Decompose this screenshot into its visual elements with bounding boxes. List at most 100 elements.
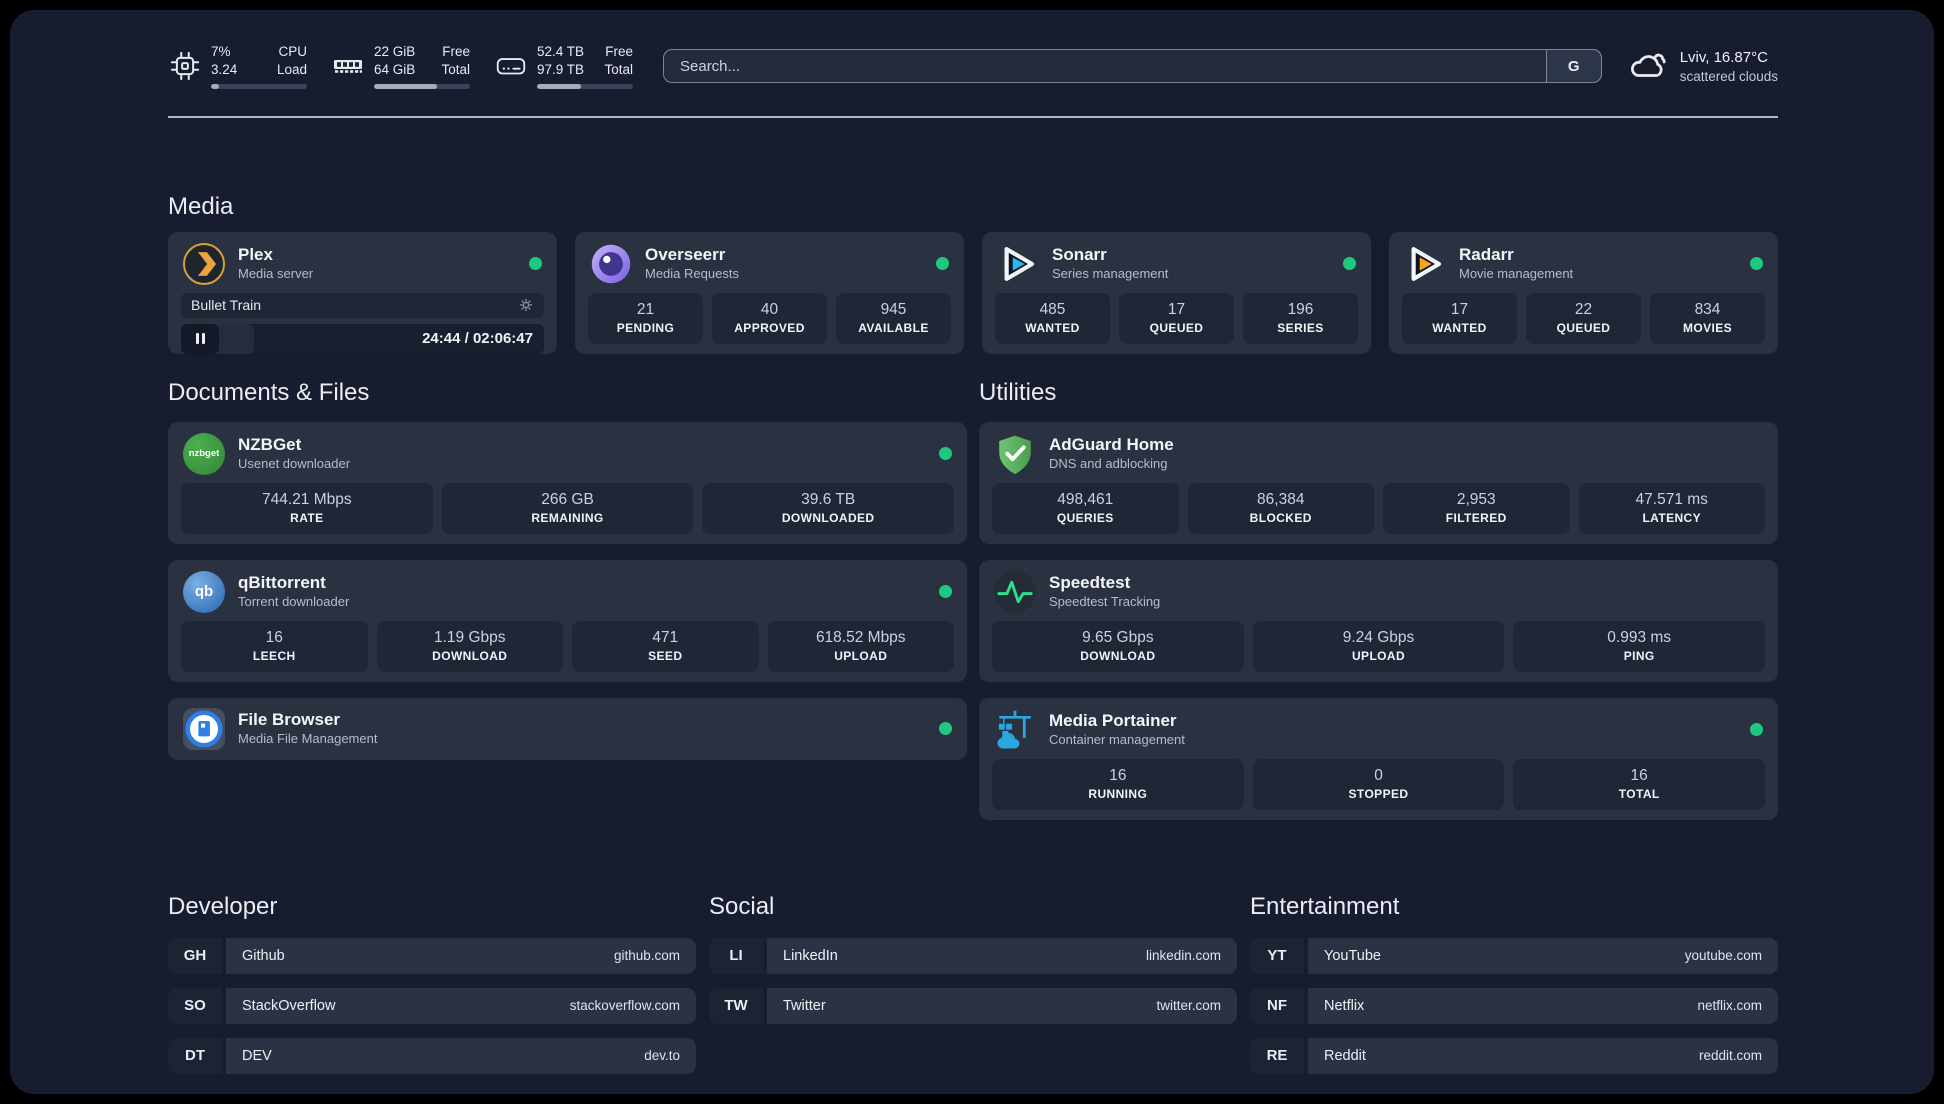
stat-value: 40 xyxy=(760,300,779,318)
link-abbr: TW xyxy=(709,987,763,1024)
stat-tile: 16 TOTAL xyxy=(1513,758,1766,811)
stat-value: 9.65 Gbps xyxy=(1082,628,1154,646)
adguard-card[interactable]: AdGuard Home DNS and adblocking 498,461 … xyxy=(979,421,1778,544)
app-subtitle: Media File Management xyxy=(238,730,378,746)
stat-label: FILTERED xyxy=(1445,510,1507,525)
stat-tile: 17 QUEUED xyxy=(1119,292,1234,345)
stat-value: 0 xyxy=(1374,766,1383,784)
stat-label: UPLOAD xyxy=(1351,648,1406,663)
app-name: Sonarr xyxy=(1052,245,1107,265)
stat-tile: 16 LEECH xyxy=(181,620,368,673)
link-name: Reddit xyxy=(1324,1047,1366,1064)
stat-tile: 40 APPROVED xyxy=(712,292,827,345)
sonarr-icon xyxy=(997,243,1039,285)
link-row-linkedin[interactable]: LI LinkedIn linkedin.com xyxy=(709,937,1237,974)
link-row-youtube[interactable]: YT YouTube youtube.com xyxy=(1250,937,1778,974)
stat-tile: 744.21 Mbps RATE xyxy=(181,482,433,535)
search-input[interactable] xyxy=(663,49,1602,83)
stat-tile: 266 GB REMAINING xyxy=(441,482,694,535)
sonarr-card[interactable]: Sonarr Series management 485 WANTED 17 Q… xyxy=(982,231,1371,354)
stat-tile: 9.65 Gbps DOWNLOAD xyxy=(992,620,1244,673)
documents-column: Documents & Files nzbget NZBGet Usenet d… xyxy=(168,354,967,776)
qbittorrent-card[interactable]: qb qBittorrent Torrent downloader 16 LEE… xyxy=(168,559,967,682)
stat-label: DOWNLOAD xyxy=(1080,648,1156,663)
link-row-github[interactable]: GH Github github.com xyxy=(168,937,696,974)
header-divider xyxy=(168,116,1778,118)
stat-value: 744.21 Mbps xyxy=(262,490,352,508)
stat-label: UPLOAD xyxy=(834,648,888,663)
speedtest-icon xyxy=(994,570,1036,613)
link-row-reddit[interactable]: RE Reddit reddit.com xyxy=(1250,1037,1778,1074)
app-subtitle: Media server xyxy=(238,265,314,281)
app-name: NZBGet xyxy=(238,435,302,455)
stat-tile: 196 SERIES xyxy=(1243,292,1358,345)
app-subtitle: DNS and adblocking xyxy=(1049,455,1168,471)
cloud-icon xyxy=(1628,47,1668,86)
app-name: AdGuard Home xyxy=(1049,435,1174,455)
link-row-twitter[interactable]: TW Twitter twitter.com xyxy=(709,987,1237,1024)
playback-time: 24:44 / 02:06:47 xyxy=(422,330,533,347)
stat-label: PENDING xyxy=(616,320,675,335)
app-name: Speedtest xyxy=(1049,573,1131,593)
memory-stat: 22 GiB 64 GiB Free Total xyxy=(331,43,470,89)
stat-label: STOPPED xyxy=(1348,786,1409,801)
stat-label: APPROVED xyxy=(734,320,805,335)
stat-label: SEED xyxy=(648,648,683,663)
entertainment-links: Entertainment YT YouTube youtube.com NF … xyxy=(1250,892,1778,1088)
link-url: netflix.com xyxy=(1697,998,1762,1013)
stat-value: 21 xyxy=(636,300,655,318)
app-name: Radarr xyxy=(1459,245,1514,265)
stat-tile: 22 QUEUED xyxy=(1526,292,1641,345)
stat-tile: 498,461 QUERIES xyxy=(992,482,1179,535)
filebrowser-card[interactable]: File Browser Media File Management xyxy=(168,697,967,760)
stat-value: 945 xyxy=(880,300,907,318)
link-name: Netflix xyxy=(1324,997,1365,1014)
plex-card[interactable]: Plex Media server Bullet Train 24:44 / 0… xyxy=(168,231,557,354)
status-dot xyxy=(936,257,949,270)
link-row-netflix[interactable]: NF Netflix netflix.com xyxy=(1250,987,1778,1024)
stat-label: WANTED xyxy=(1432,320,1487,335)
stat-value: 22 xyxy=(1574,300,1593,318)
speedtest-card[interactable]: Speedtest Speedtest Tracking 9.65 Gbps D… xyxy=(979,559,1778,682)
stat-tile: 2,953 FILTERED xyxy=(1383,482,1570,535)
stat-tile: 21 PENDING xyxy=(588,292,703,345)
system-stats: 7% 3.24 CPU Load 22 GiB 64 GiB Free Tota… xyxy=(168,43,633,89)
nzbget-card[interactable]: nzbget NZBGet Usenet downloader 744.21 M… xyxy=(168,421,967,544)
stat-tile: 471 SEED xyxy=(572,620,759,673)
dashboard-page: 7% 3.24 CPU Load 22 GiB 64 GiB Free Tota… xyxy=(10,10,1934,1094)
stat-value: 2,953 xyxy=(1456,490,1496,508)
stat-value: 0.993 ms xyxy=(1607,628,1672,646)
link-row-stackoverflow[interactable]: SO StackOverflow stackoverflow.com xyxy=(168,987,696,1024)
section-title-social: Social xyxy=(709,892,775,920)
stat-tile: 16 RUNNING xyxy=(992,758,1244,811)
link-abbr: GH xyxy=(168,937,222,974)
section-title-entertainment: Entertainment xyxy=(1250,892,1400,920)
stat-tile: 47.571 ms LATENCY xyxy=(1578,482,1765,535)
stat-value: 17 xyxy=(1450,300,1469,318)
plex-now-playing: Bullet Train 24:44 / 02:06:47 xyxy=(168,292,557,354)
app-subtitle: Torrent downloader xyxy=(238,593,350,609)
link-name: StackOverflow xyxy=(242,997,336,1014)
section-title-utilities: Utilities xyxy=(979,378,1057,406)
link-name: Twitter xyxy=(783,997,826,1014)
stat-value: 86,384 xyxy=(1257,490,1305,508)
cpu-values: 7% 3.24 xyxy=(211,44,238,77)
status-dot xyxy=(939,585,952,598)
overseerr-card[interactable]: Overseerr Media Requests 21 PENDING 40 A… xyxy=(575,231,964,354)
disk-icon xyxy=(494,49,528,83)
stat-value: 471 xyxy=(652,628,679,646)
radarr-card[interactable]: Radarr Movie management 17 WANTED 22 QUE… xyxy=(1389,231,1778,354)
link-row-dev[interactable]: DT DEV dev.to xyxy=(168,1037,696,1074)
top-bar: 7% 3.24 CPU Load 22 GiB 64 GiB Free Tota… xyxy=(10,10,1934,94)
stat-label: LATENCY xyxy=(1642,510,1702,525)
portainer-card[interactable]: Media Portainer Container management 16 … xyxy=(979,697,1778,820)
status-dot xyxy=(1750,723,1763,736)
gear-icon[interactable] xyxy=(518,297,534,313)
stat-value: 485 xyxy=(1039,300,1066,318)
stat-value: 266 GB xyxy=(541,490,594,508)
link-url: youtube.com xyxy=(1684,948,1762,963)
weather-widget: Lviv, 16.87°C scattered clouds xyxy=(1628,47,1778,86)
plex-icon xyxy=(183,242,225,285)
search-engine-button[interactable]: G xyxy=(1545,49,1602,83)
disk-labels: Free Total xyxy=(604,44,633,77)
